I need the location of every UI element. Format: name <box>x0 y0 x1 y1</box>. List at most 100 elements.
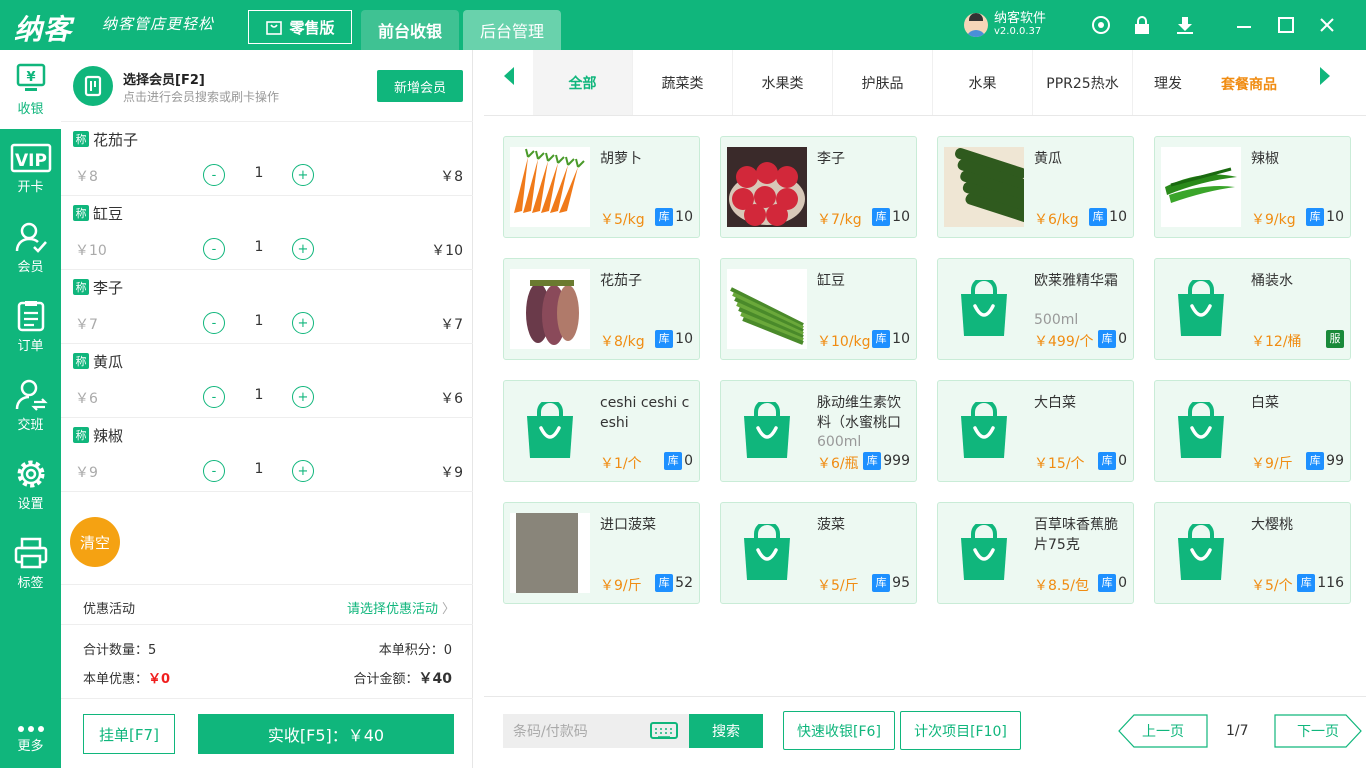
cart-item[interactable]: 称 辣椒 ￥9 - 1 + ￥9 <box>61 418 473 492</box>
increase-button[interactable]: + <box>292 460 314 482</box>
tab-back-management[interactable]: 后台管理 <box>463 10 561 50</box>
product-card[interactable]: 大白菜 ￥15/个 库0 <box>937 380 1134 482</box>
product-card[interactable]: 胡萝卜 ￥5/kg 库 10 <box>503 136 700 238</box>
sidebar-item-member[interactable]: 会员 <box>0 208 61 287</box>
sidebar-item-orders[interactable]: 订单 <box>0 287 61 366</box>
increase-button[interactable]: + <box>292 386 314 408</box>
product-card[interactable]: 白菜 ￥9/斤 库 99 <box>1154 380 1351 482</box>
logo: 纳客 <box>14 13 73 46</box>
product-card[interactable]: 菠菜 ￥5/斤 库 95 <box>720 502 917 604</box>
promo-select[interactable]: 请选择优惠活动〉 <box>347 598 455 617</box>
decrease-button[interactable]: - <box>203 238 225 260</box>
cart-item[interactable]: 称 李子 ￥7 - 1 + ￥7 <box>61 270 473 344</box>
support-icon[interactable] <box>1090 14 1112 36</box>
prev-page-label: 上一页 <box>1142 724 1184 740</box>
category-tab[interactable]: 蔬菜类 <box>633 50 733 115</box>
promo-row[interactable]: 优惠活动 请选择优惠活动〉 <box>61 584 473 625</box>
decrease-button[interactable]: - <box>203 386 225 408</box>
edition-button[interactable]: 零售版 <box>248 10 352 44</box>
product-price: ￥9/斤 <box>600 578 642 594</box>
quantity-value[interactable]: 1 <box>237 239 281 255</box>
arrow-left-icon[interactable] <box>504 67 514 85</box>
category-tab[interactable]: 水果 <box>933 50 1033 115</box>
hang-order-button[interactable]: 挂单[F7] <box>83 714 175 754</box>
product-price: ￥10/kg <box>817 334 871 350</box>
decrease-button[interactable]: - <box>203 164 225 186</box>
quick-checkout-button[interactable]: 快速收银[F6] <box>783 711 895 750</box>
pay-button[interactable]: 实收[F5]：￥40 <box>198 714 454 754</box>
increase-button[interactable]: + <box>292 238 314 260</box>
product-name: 缸豆 <box>817 273 845 289</box>
total-amount: 合计金额：￥40 <box>354 668 453 688</box>
category-tab[interactable]: 全部 <box>533 50 633 115</box>
sidebar-item-shift[interactable]: 交班 <box>0 366 61 445</box>
spinach-photo-image <box>510 513 590 593</box>
product-card[interactable]: ceshi ceshi ceshi ￥1/个 库0 <box>503 380 700 482</box>
increase-button[interactable]: + <box>292 164 314 186</box>
cart-item[interactable]: 称 缸豆 ￥10 - 1 + ￥10 <box>61 196 473 270</box>
stock-info: 库 999 <box>863 452 910 470</box>
promo-select-text: 请选择优惠活动 <box>346 602 438 617</box>
product-price: ￥5/kg <box>600 212 645 228</box>
add-member-button[interactable]: 新增会员 <box>377 70 463 102</box>
product-card[interactable]: 桶装水 ￥12/桶 服 <box>1154 258 1351 360</box>
product-card[interactable]: 欧莱雅精华霜 500ml ￥499/个 库0 <box>937 258 1134 360</box>
prev-page-button[interactable]: 上一页 <box>1118 714 1208 748</box>
category-tab[interactable]: 水果类 <box>733 50 833 115</box>
sidebar-item-checkout[interactable]: ¥ 收银 <box>0 50 61 129</box>
stock-badge: 库 <box>1306 452 1325 470</box>
product-card[interactable]: 脉动维生素饮料（水蜜桃口 600ml ￥6/瓶 库 999 <box>720 380 917 482</box>
product-card[interactable]: 进口菠菜 ￥9/斤 库 52 <box>503 502 700 604</box>
close-icon[interactable] <box>1316 14 1338 36</box>
member-select[interactable]: 选择会员[F2] 点击进行会员搜索或刷卡操作 新增会员 <box>61 50 473 122</box>
keyboard-icon[interactable] <box>650 722 678 739</box>
quantity-value[interactable]: 1 <box>237 165 281 181</box>
cart-panel: 选择会员[F2] 点击进行会员搜索或刷卡操作 新增会员 称 花茄子 ￥8 - 1… <box>61 50 473 768</box>
more-icon <box>17 725 44 732</box>
product-card[interactable]: 大樱桃 ￥5/个 库 116 <box>1154 502 1351 604</box>
product-name: 菠菜 <box>817 517 845 533</box>
member-subtitle: 点击进行会员搜索或刷卡操作 <box>123 90 280 104</box>
decrease-button[interactable]: - <box>203 312 225 334</box>
cart-item[interactable]: 称 花茄子 ￥8 - 1 + ￥8 <box>61 122 473 196</box>
sidebar-item-card[interactable]: VIP 开卡 <box>0 129 61 208</box>
tab-front-checkout[interactable]: 前台收银 <box>361 10 459 50</box>
sidebar-item-label[interactable]: 标签 <box>0 524 61 603</box>
quantity-value[interactable]: 1 <box>237 387 281 403</box>
quantity-value[interactable]: 1 <box>237 313 281 329</box>
increase-button[interactable]: + <box>292 312 314 334</box>
quantity-value[interactable]: 1 <box>237 461 281 477</box>
plum-image <box>727 147 807 227</box>
sidebar-item-more[interactable]: 更多 <box>0 710 61 768</box>
arrow-right-icon[interactable] <box>1320 67 1330 85</box>
decrease-button[interactable]: - <box>203 460 225 482</box>
category-combo-products[interactable]: 套餐商品 <box>1221 74 1277 94</box>
svg-text:VIP: VIP <box>15 151 47 171</box>
cart-item[interactable]: 称 黄瓜 ￥6 - 1 + ￥6 <box>61 344 473 418</box>
lock-icon[interactable] <box>1131 14 1153 36</box>
stock-value: 116 <box>1317 575 1344 591</box>
product-card[interactable]: 辣椒 ￥9/kg 库 10 <box>1154 136 1351 238</box>
stock-value: 10 <box>892 209 910 225</box>
sidebar-item-settings[interactable]: 设置 <box>0 445 61 524</box>
download-icon[interactable] <box>1174 14 1196 36</box>
stock-badge: 库 <box>1098 574 1117 592</box>
search-button[interactable]: 搜索 <box>689 714 763 748</box>
stock-badge: 库 <box>655 208 674 226</box>
product-card[interactable]: 百草味香蕉脆片75克 ￥8.5/包 库0 <box>937 502 1134 604</box>
product-card[interactable]: 黄瓜 ￥6/kg 库 10 <box>937 136 1134 238</box>
product-card[interactable]: 缸豆 ￥10/kg 库 10 <box>720 258 917 360</box>
category-tab[interactable]: PPR25热水 <box>1033 50 1133 115</box>
shopping-bag-icon <box>1178 524 1224 580</box>
minimize-icon[interactable] <box>1233 14 1255 36</box>
total-amount-label: 合计金额： <box>353 672 419 687</box>
user-info[interactable]: 纳客软件 v2.0.0.37 <box>964 11 1046 38</box>
next-page-button[interactable]: 下一页 <box>1274 714 1362 748</box>
clear-button[interactable]: 清空 <box>70 517 120 567</box>
product-card[interactable]: 花茄子 ￥8/kg 库 10 <box>503 258 700 360</box>
category-tab[interactable]: 护肤品 <box>833 50 933 115</box>
count-items-button[interactable]: 计次项目[F10] <box>900 711 1021 750</box>
maximize-icon[interactable] <box>1275 14 1297 36</box>
category-tab[interactable]: 理发 <box>1133 50 1203 115</box>
product-card[interactable]: 李子 ￥7/kg 库 10 <box>720 136 917 238</box>
